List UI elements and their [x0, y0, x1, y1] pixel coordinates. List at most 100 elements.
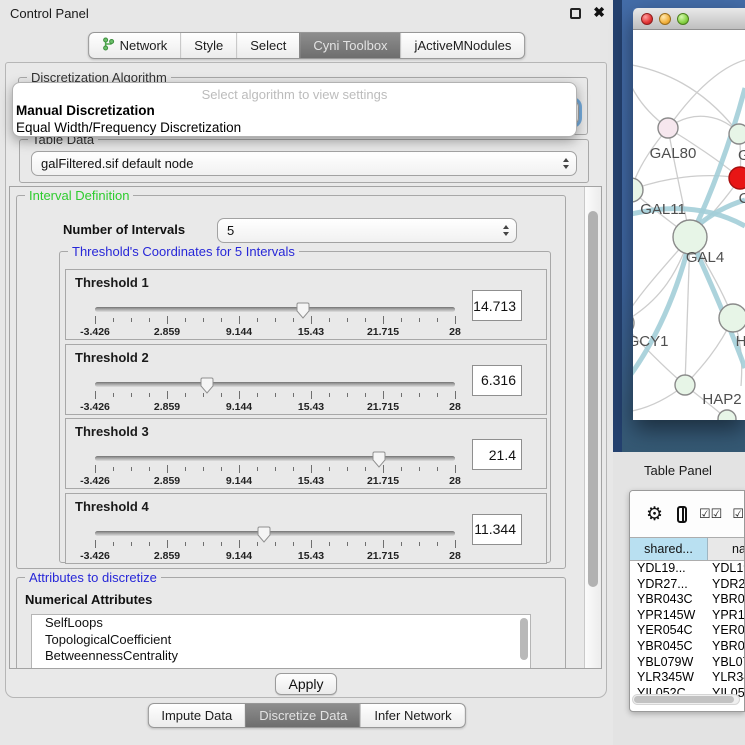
attribute-list-item[interactable]: BetweennessCentrality [32, 648, 530, 665]
network-node-gcy1[interactable] [633, 311, 634, 335]
cell-name[interactable]: YDR27 [708, 577, 745, 593]
network-edge[interactable] [668, 116, 739, 134]
combo-spinner-icon [556, 158, 576, 169]
cell-name[interactable]: YLR34 [708, 670, 745, 686]
network-node-label: GAL11 [640, 201, 686, 218]
slider-track[interactable] [95, 307, 455, 312]
cell-shared-name[interactable]: YLR345W [630, 670, 708, 686]
table-row[interactable]: YER054CYER05 [630, 623, 745, 639]
cell-shared-name[interactable]: YPR145W [630, 608, 708, 624]
column-header-name[interactable]: na [708, 538, 745, 560]
table-row[interactable]: YBR045CYBR04 [630, 639, 745, 655]
network-node[interactable] [718, 410, 736, 420]
network-node-label: GCY1 [633, 333, 668, 350]
network-window-titlebar [633, 8, 745, 30]
column-header-shared-name[interactable]: shared... [630, 538, 708, 560]
tab-label: Style [194, 38, 223, 53]
slider-tick-labels: -3.4262.8599.14415.4321.71528 [95, 475, 455, 487]
tab-network[interactable]: Network [89, 33, 181, 58]
table-row[interactable]: YDL19...YDL19 [630, 561, 745, 577]
threshold-slider[interactable]: -3.4262.8599.14415.4321.71528 [95, 380, 455, 414]
network-node-c[interactable] [729, 167, 745, 189]
cell-name[interactable]: YER05 [708, 623, 745, 639]
float-window-icon[interactable] [570, 8, 581, 19]
cell-shared-name[interactable]: YBR043C [630, 592, 708, 608]
cell-name[interactable]: YBR04 [708, 639, 745, 655]
cell-shared-name[interactable]: YDL19... [630, 561, 708, 577]
cell-shared-name[interactable]: YBL079W [630, 655, 708, 671]
cell-shared-name[interactable]: YBR045C [630, 639, 708, 655]
threshold-box: Threshold 2 -3.4262.8599.14415.4321.7152… [65, 344, 547, 415]
network-edge[interactable] [633, 64, 739, 134]
table-row[interactable]: YBL079WYBL07 [630, 655, 745, 671]
table-row[interactable]: YDR27...YDR27 [630, 577, 745, 593]
cell-shared-name[interactable]: YER054C [630, 623, 708, 639]
attribute-list-item[interactable]: TopologicalCoefficient [32, 632, 530, 649]
tab-impute-data[interactable]: Impute Data [148, 704, 245, 727]
network-node-ha[interactable] [719, 304, 745, 332]
table-row[interactable]: YBR043CYBR04 [630, 592, 745, 608]
slider-track[interactable] [95, 531, 455, 536]
cell-name[interactable]: YBR04 [708, 592, 745, 608]
network-node-gal[interactable] [729, 124, 745, 144]
threshold-slider[interactable]: -3.4262.8599.14415.4321.71528 [95, 305, 455, 339]
zoom-traffic-light-icon[interactable] [677, 13, 689, 25]
network-node-gal80[interactable] [658, 118, 678, 138]
threshold-slider[interactable]: -3.4262.8599.14415.4321.71528 [95, 529, 455, 563]
threshold-box: Threshold 4 -3.4262.8599.14415.4321.7152… [65, 493, 547, 564]
minimize-traffic-light-icon[interactable] [659, 13, 671, 25]
algorithm-dropdown-popup: Select algorithm to view settings Manual… [12, 82, 577, 137]
attributes-list-scrollbar[interactable] [519, 617, 529, 669]
cell-name[interactable]: YPR14 [708, 608, 745, 624]
tab-label: Infer Network [374, 708, 451, 723]
network-edge[interactable] [668, 60, 745, 128]
tab-style[interactable]: Style [180, 33, 236, 58]
network-canvas[interactable]: GAL80GALCGAL11GAL4GCY1HAHAP2 [633, 30, 745, 420]
cell-shared-name[interactable]: YDR27... [630, 577, 708, 593]
tab-label: jActiveMNodules [415, 38, 512, 53]
tab-cyni-toolbox[interactable]: Cyni Toolbox [299, 33, 400, 58]
popup-option-manual-discretization[interactable]: Manual Discretization [13, 102, 576, 119]
settings-gear-icon[interactable]: ⚙ [646, 503, 663, 526]
tab-label: Discretize Data [259, 708, 347, 723]
close-traffic-light-icon[interactable] [641, 13, 653, 25]
tab-discretize-data[interactable]: Discretize Data [245, 704, 360, 727]
close-panel-icon[interactable]: ✖ [593, 4, 605, 21]
apply-button[interactable]: Apply [275, 673, 337, 695]
threshold-slider[interactable]: -3.4262.8599.14415.4321.71528 [95, 454, 455, 488]
extra-check-icon[interactable]: ☑ [732, 506, 744, 522]
table-data-group: Table Data galFiltered.sif default node [19, 139, 589, 183]
select-columns-checks-icon[interactable]: ☑☑ [699, 506, 722, 522]
table-row[interactable]: YPR145WYPR14 [630, 608, 745, 624]
table-horizontal-scrollbar[interactable] [632, 694, 740, 705]
interval-definition-group: Interval Definition Number of Intervals … [16, 195, 566, 569]
tab-select[interactable]: Select [236, 33, 299, 58]
cell-name[interactable]: YDL19 [708, 561, 745, 577]
network-edge[interactable] [633, 176, 740, 190]
split-columns-icon[interactable] [677, 506, 687, 523]
threshold-value-field[interactable] [472, 365, 522, 396]
threshold-value-field[interactable] [472, 290, 522, 321]
table-panel-area: Table Panel ⚙ ☑☑ ☑ shared... na YDL19...… [613, 452, 745, 745]
network-view-window: GAL80GALCGAL11GAL4GCY1HAHAP2 [633, 8, 745, 420]
slider-ticks [95, 391, 455, 399]
tab-infer-network[interactable]: Infer Network [360, 704, 464, 727]
number-of-intervals-select[interactable]: 5 [217, 218, 517, 243]
settings-vertical-scrollbar[interactable] [584, 187, 601, 668]
algorithm-popup-hint: Select algorithm to view settings [13, 87, 576, 102]
attribute-list-item[interactable]: SelfLoops [32, 615, 530, 632]
cell-name[interactable]: YBL07 [708, 655, 745, 671]
popup-option-equal-width-frequency[interactable]: Equal Width/Frequency Discretization [13, 119, 576, 136]
table-data-select-value: galFiltered.sif default node [32, 156, 556, 171]
threshold-value-field[interactable] [472, 439, 522, 470]
tab-jactivemnodules[interactable]: jActiveMNodules [401, 33, 525, 58]
numerical-attributes-list[interactable]: SelfLoopsTopologicalCoefficientBetweenne… [31, 614, 531, 669]
network-node-hap2[interactable] [675, 375, 695, 395]
table-row[interactable]: YLR345WYLR34 [630, 670, 745, 686]
slider-track[interactable] [95, 382, 455, 387]
table-data-select[interactable]: galFiltered.sif default node [31, 151, 577, 176]
thresholds-group-label: Threshold's Coordinates for 5 Intervals [68, 244, 299, 259]
slider-track[interactable] [95, 456, 455, 461]
threshold-title: Threshold 2 [75, 350, 149, 365]
threshold-value-field[interactable] [472, 514, 522, 545]
